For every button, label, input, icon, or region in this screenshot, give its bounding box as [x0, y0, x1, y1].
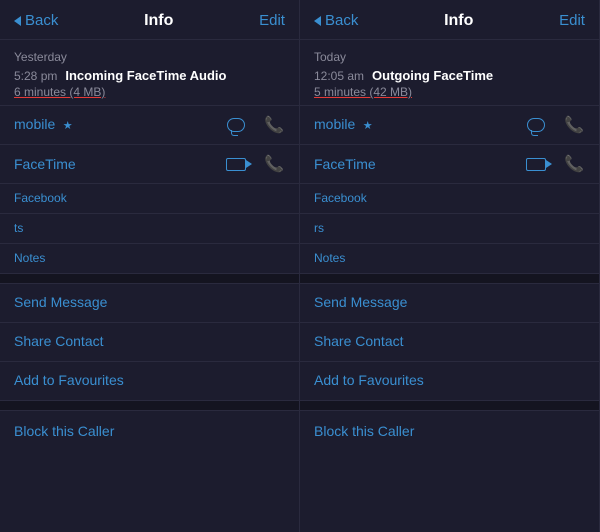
spacer2-left: [0, 401, 299, 411]
add-favourites-btn-right[interactable]: Add to Favourites: [300, 362, 599, 401]
send-message-btn-left[interactable]: Send Message: [0, 284, 299, 323]
call-time-left: 5:28 pm: [14, 69, 57, 83]
facetime-icons-right: 📞: [525, 153, 585, 175]
facetime-icons-left: 📞: [225, 153, 285, 175]
call-info-left: Yesterday 5:28 pm Incoming FaceTime Audi…: [0, 40, 299, 106]
phone-icon-right[interactable]: 📞: [563, 114, 585, 136]
facetime-row-right: FaceTime 📞: [300, 145, 599, 184]
facetime-phone-right[interactable]: 📞: [563, 153, 585, 175]
field-ts-left: ts: [0, 214, 299, 244]
spacer-left: [0, 274, 299, 284]
back-label-right: Back: [325, 12, 358, 29]
message-icon-right[interactable]: [525, 114, 547, 136]
add-favourites-btn-left[interactable]: Add to Favourites: [0, 362, 299, 401]
video-cam-left: [226, 158, 246, 171]
facetime-label-right: FaceTime: [314, 156, 376, 172]
star-icon-right: ★: [363, 120, 373, 132]
star-icon-left: ★: [63, 120, 73, 132]
phone-icon-left[interactable]: 📞: [263, 114, 285, 136]
back-button-left[interactable]: Back: [14, 12, 58, 29]
contact-row-left: mobile ★ 📞: [0, 106, 299, 145]
block-caller-btn-right[interactable]: Block this Caller: [300, 413, 599, 451]
contact-label-right: mobile ★: [314, 116, 373, 134]
facetime-phone-left[interactable]: 📞: [263, 153, 285, 175]
back-button-right[interactable]: Back: [314, 12, 358, 29]
facetime-row-left: FaceTime 📞: [0, 145, 299, 184]
video-icon-right[interactable]: [525, 153, 547, 175]
facetime-label-left: FaceTime: [14, 156, 76, 172]
facetime-phone-svg-right: 📞: [564, 154, 584, 174]
chevron-left-icon-right: [314, 16, 321, 26]
contact-row-right: mobile ★ 📞: [300, 106, 599, 145]
call-type-left: Incoming FaceTime Audio: [65, 68, 226, 83]
call-date-left: Yesterday: [14, 50, 285, 64]
share-contact-btn-right[interactable]: Share Contact: [300, 323, 599, 362]
field-notes-left: Notes: [0, 244, 299, 274]
contact-icons-left: 📞: [225, 114, 285, 136]
header-title-right: Info: [444, 12, 473, 30]
video-icon-left[interactable]: [225, 153, 247, 175]
video-cam-right: [526, 158, 546, 171]
header-left: Back Info Edit: [0, 0, 299, 40]
field-facebook-left: Facebook: [0, 184, 299, 214]
share-contact-btn-left[interactable]: Share Contact: [0, 323, 299, 362]
call-type-right: Outgoing FaceTime: [372, 68, 493, 83]
edit-button-right[interactable]: Edit: [559, 12, 585, 29]
phone-svg-left: 📞: [264, 115, 284, 135]
contact-icons-right: 📞: [525, 114, 585, 136]
back-label-left: Back: [25, 12, 58, 29]
spacer-right: [300, 274, 599, 284]
header-right: Back Info Edit: [300, 0, 599, 40]
facetime-phone-svg-left: 📞: [264, 154, 284, 174]
call-duration-left: 6 minutes (4 MB): [14, 85, 285, 99]
spacer2-right: [300, 401, 599, 411]
header-title-left: Info: [144, 12, 173, 30]
call-duration-right: 5 minutes (42 MB): [314, 85, 585, 99]
contact-label-left: mobile ★: [14, 116, 73, 134]
right-panel: Back Info Edit Today 12:05 am Outgoing F…: [300, 0, 600, 532]
call-date-right: Today: [314, 50, 585, 64]
left-panel: Back Info Edit Yesterday 5:28 pm Incomin…: [0, 0, 300, 532]
phone-svg-right: 📞: [564, 115, 584, 135]
call-time-right: 12:05 am: [314, 69, 364, 83]
field-rs-right: rs: [300, 214, 599, 244]
field-facebook-right: Facebook: [300, 184, 599, 214]
call-info-right: Today 12:05 am Outgoing FaceTime 5 minut…: [300, 40, 599, 106]
send-message-btn-right[interactable]: Send Message: [300, 284, 599, 323]
edit-button-left[interactable]: Edit: [259, 12, 285, 29]
block-caller-btn-left[interactable]: Block this Caller: [0, 413, 299, 451]
message-icon-left[interactable]: [225, 114, 247, 136]
chevron-left-icon: [14, 16, 21, 26]
field-notes-right: Notes: [300, 244, 599, 274]
